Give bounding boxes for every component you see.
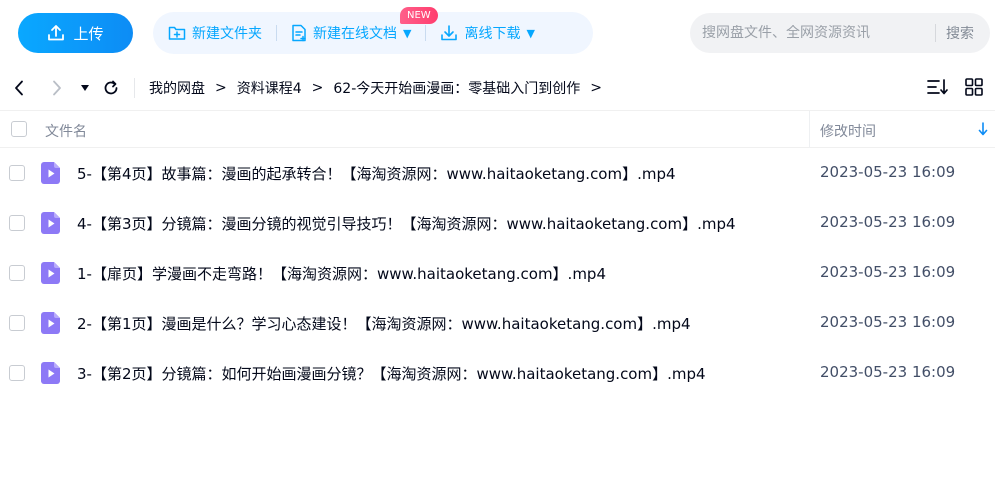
breadcrumb-item[interactable]: 资料课程4 (237, 78, 302, 98)
chevron-down-icon: ▼ (526, 26, 535, 40)
file-name[interactable]: 4-【第3页】分镜篇：漫画分镜的视觉引导技巧！【海淘资源网：www.haitao… (77, 213, 736, 234)
file-modified-time: 2023-05-23 16:09 (820, 313, 956, 331)
row-checkbox[interactable] (9, 215, 25, 231)
video-file-icon (41, 262, 61, 288)
refresh-icon[interactable] (102, 78, 120, 98)
folder-plus-icon (168, 26, 186, 40)
download-icon (441, 25, 458, 41)
column-header-name[interactable]: 文件名 (45, 121, 87, 141)
file-modified-time: 2023-05-23 16:09 (820, 263, 956, 281)
breadcrumb-separator: > (590, 80, 602, 96)
video-file-icon (41, 362, 61, 388)
row-checkbox[interactable] (9, 365, 25, 381)
breadcrumb-separator: > (215, 80, 227, 96)
file-name[interactable]: 1-【扉页】学漫画不走弯路！【海淘资源网：www.haitaoketang.co… (77, 263, 606, 284)
offline-download-button[interactable]: 离线下载 ▼ (440, 23, 535, 43)
sort-descending-icon[interactable] (978, 122, 988, 140)
breadcrumb-item[interactable]: 我的网盘 (149, 78, 205, 98)
new-badge: NEW (400, 7, 438, 24)
arrow-left-icon[interactable] (12, 78, 26, 98)
select-all-checkbox[interactable] (11, 121, 27, 137)
new-online-doc-label: 新建在线文档 (313, 26, 397, 42)
action-group: 新建文件夹 新建在线文档 ▼ 离线下载 ▼ (153, 12, 593, 54)
new-folder-label: 新建文件夹 (192, 26, 262, 42)
table-row[interactable]: 3-【第2页】分镜篇：如何开始画漫画分镜？【海淘资源网：www.haitaoke… (0, 348, 995, 398)
video-file-icon (41, 312, 61, 338)
file-modified-time: 2023-05-23 16:09 (820, 163, 956, 181)
toolbar: 上传 新建文件夹 新建在线文档 ▼ 离线下载 ▼ NEW 搜网盘文件、全网资源资… (0, 0, 995, 66)
nav-bar: 我的网盘 > 资料课程4 > 62-今天开始画漫画：零基础入门到创作 > (0, 66, 995, 110)
breadcrumb-item-current[interactable]: 62-今天开始画漫画：零基础入门到创作 (333, 78, 580, 98)
toolbar-divider (425, 25, 427, 41)
view-controls (911, 78, 983, 96)
search-input[interactable] (690, 25, 935, 41)
caret-down-icon[interactable] (80, 78, 90, 98)
video-file-icon (41, 162, 61, 188)
file-modified-time: 2023-05-23 16:09 (820, 213, 956, 231)
file-name[interactable]: 3-【第2页】分镜篇：如何开始画漫画分镜？【海淘资源网：www.haitaoke… (77, 363, 706, 384)
file-name[interactable]: 2-【第1页】漫画是什么？学习心态建设！【海淘资源网：www.haitaoket… (77, 313, 691, 334)
new-folder-button[interactable]: 新建文件夹 (168, 23, 262, 43)
column-divider (809, 111, 810, 148)
row-checkbox[interactable] (9, 165, 25, 181)
upload-label: 上传 (73, 24, 104, 43)
file-name[interactable]: 5-【第4页】故事篇：漫画的起承转合！【海淘资源网：www.haitaoketa… (77, 163, 676, 184)
toolbar-divider (276, 25, 277, 41)
upload-button[interactable]: 上传 (18, 13, 133, 53)
arrow-right-icon[interactable] (50, 78, 64, 98)
breadcrumb-separator: > (311, 80, 324, 96)
column-header-modified[interactable]: 修改时间 (820, 121, 876, 141)
upload-icon (48, 25, 65, 41)
grid-view-icon[interactable] (965, 78, 983, 96)
table-row[interactable]: 2-【第1页】漫画是什么？学习心态建设！【海淘资源网：www.haitaoket… (0, 298, 995, 348)
search-box: 搜索 (690, 13, 990, 53)
offline-download-label: 离线下载 (464, 26, 521, 42)
table-row[interactable]: 5-【第4页】故事篇：漫画的起承转合！【海淘资源网：www.haitaoketa… (0, 148, 995, 198)
row-checkbox[interactable] (9, 265, 25, 281)
file-list: 5-【第4页】故事篇：漫画的起承转合！【海淘资源网：www.haitaoketa… (0, 148, 995, 398)
breadcrumb: 我的网盘 > 资料课程4 > 62-今天开始画漫画：零基础入门到创作 > (149, 78, 612, 98)
table-header: 文件名 修改时间 (0, 110, 995, 148)
file-modified-time: 2023-05-23 16:09 (820, 363, 956, 381)
table-row[interactable]: 4-【第3页】分镜篇：漫画分镜的视觉引导技巧！【海淘资源网：www.haitao… (0, 198, 995, 248)
nav-divider (134, 78, 135, 98)
search-button[interactable]: 搜索 (936, 23, 984, 43)
chevron-down-icon: ▼ (403, 26, 412, 40)
video-file-icon (41, 212, 61, 238)
row-checkbox[interactable] (9, 315, 25, 331)
doc-plus-icon (292, 24, 306, 42)
new-online-doc-button[interactable]: 新建在线文档 ▼ (291, 23, 411, 43)
table-row[interactable]: 1-【扉页】学漫画不走弯路！【海淘资源网：www.haitaoketang.co… (0, 248, 995, 298)
sort-list-icon[interactable] (927, 78, 949, 96)
